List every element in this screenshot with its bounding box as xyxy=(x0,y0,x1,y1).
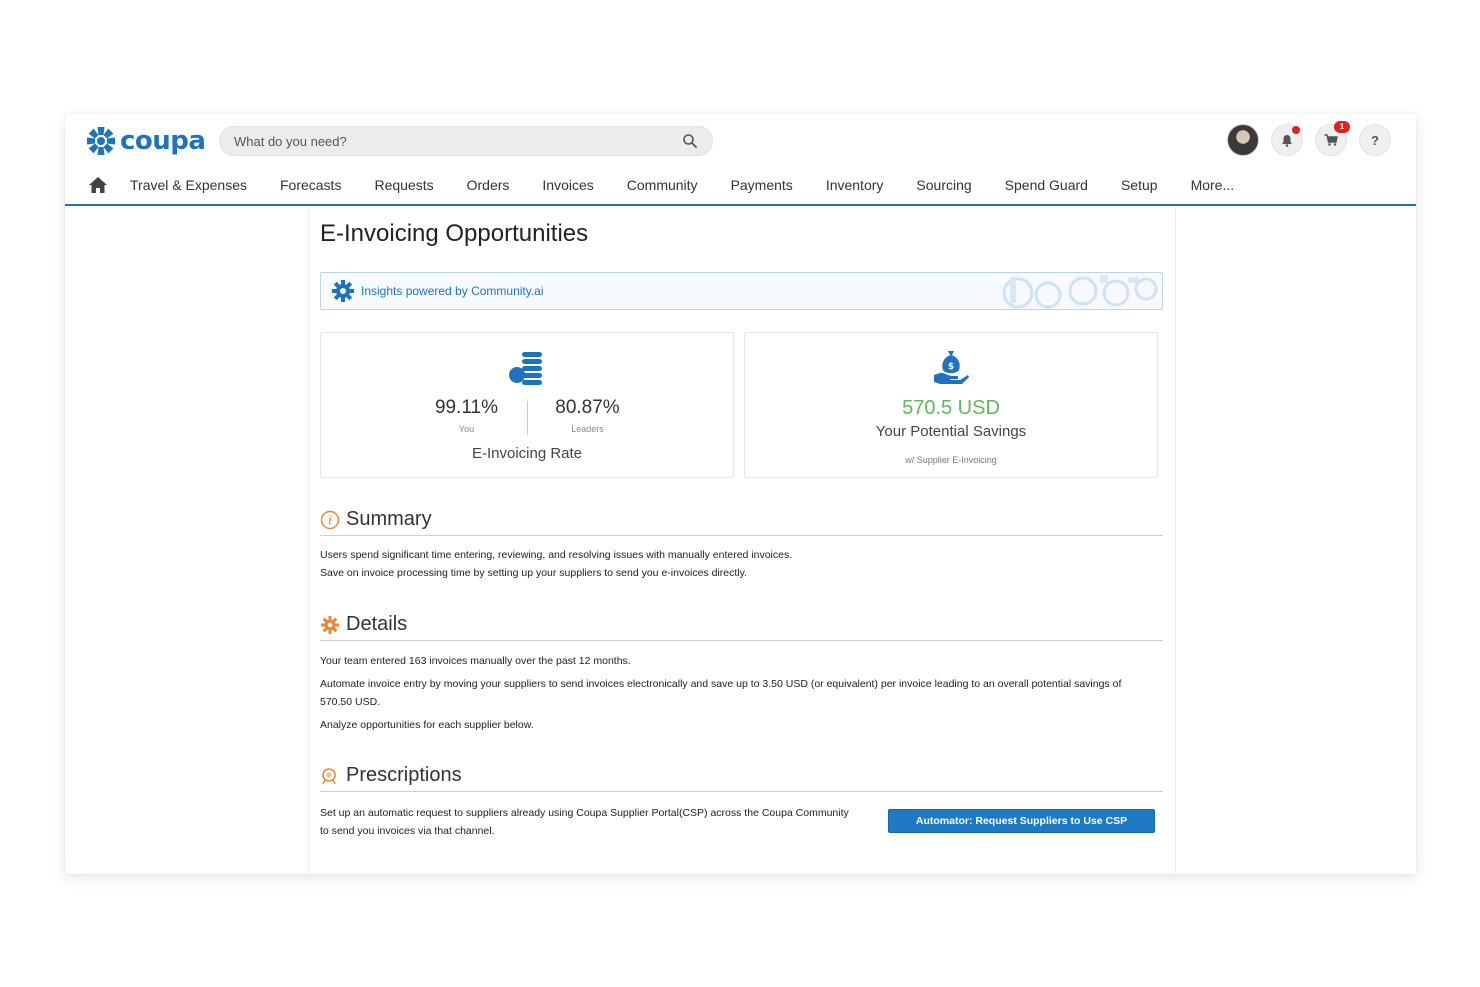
savings-subtext: w/ Supplier E-Invoicing xyxy=(905,455,997,465)
savings-value: 570.5 USD xyxy=(902,397,1000,419)
nav-more[interactable]: More... xyxy=(1191,177,1235,193)
info-icon: i xyxy=(320,510,340,529)
rate-you: 99.11% You xyxy=(407,397,527,435)
notifications-button[interactable] xyxy=(1271,124,1303,156)
rate-you-label: You xyxy=(458,424,475,434)
nav-invoices[interactable]: Invoices xyxy=(542,177,593,193)
insights-text[interactable]: Insights powered by Community.ai xyxy=(361,284,544,298)
logo-text: coupa xyxy=(120,126,206,156)
details-line: Analyze opportunities for each supplier … xyxy=(320,719,534,731)
help-button[interactable]: ? xyxy=(1359,124,1391,156)
nav-sourcing[interactable]: Sourcing xyxy=(916,177,971,193)
page-title: E-Invoicing Opportunities xyxy=(320,220,589,247)
user-avatar[interactable] xyxy=(1227,124,1259,156)
summary-line: Save on invoice processing time by setti… xyxy=(320,567,748,579)
nav-payments[interactable]: Payments xyxy=(731,177,793,193)
rate-leaders-value: 80.87% xyxy=(555,397,620,418)
details-line: Automate invoice entry by moving your su… xyxy=(320,678,1122,708)
summary-header: i Summary xyxy=(320,508,1163,536)
rate-you-value: 99.11% xyxy=(434,397,499,418)
main-content: E-Invoicing Opportunities Insights power… xyxy=(308,208,1176,874)
potential-savings-card: $ 570.5 USD Your Potential Savings w/ Su… xyxy=(744,332,1158,478)
summary-title: Summary xyxy=(346,508,432,530)
coupa-logo[interactable]: coupa xyxy=(84,124,206,158)
notification-dot xyxy=(1292,126,1300,134)
request-suppliers-csp-button[interactable]: Automator: Request Suppliers to Use CSP xyxy=(888,809,1155,833)
e-invoicing-rate-card: 99.11% You 80.87% Leaders E-Invoicing Ra… xyxy=(320,332,734,478)
header-actions: 1 ? xyxy=(1227,121,1391,156)
nav-travel-expenses[interactable]: Travel & Expenses xyxy=(130,177,247,193)
summary-text: Users spend significant time entering, r… xyxy=(320,546,1163,582)
prescriptions-text: Set up an automatic request to suppliers… xyxy=(320,807,849,837)
details-title: Details xyxy=(346,613,408,635)
insights-gear-icon xyxy=(332,280,354,302)
coupa-logo-icon xyxy=(87,127,115,155)
question-mark-icon: ? xyxy=(1371,132,1379,148)
nav-setup[interactable]: Setup xyxy=(1121,177,1158,193)
nav-orders[interactable]: Orders xyxy=(467,177,510,193)
nav-forecasts[interactable]: Forecasts xyxy=(280,177,341,193)
home-icon[interactable] xyxy=(88,176,108,194)
money-bag-hand-icon: $ xyxy=(934,351,969,384)
prescriptions-title: Prescriptions xyxy=(346,764,462,786)
rate-caption: E-Invoicing Rate xyxy=(471,445,583,462)
rate-values: 99.11% You 80.87% Leaders xyxy=(321,397,733,435)
main-nav: Travel & Expenses Forecasts Requests Ord… xyxy=(65,166,1416,206)
savings-label: Your Potential Savings xyxy=(875,423,1027,440)
cart-button[interactable]: 1 xyxy=(1315,121,1350,156)
details-gear-icon xyxy=(321,615,339,634)
app-window: coupa What do you need? 1 ? Travel & Exp… xyxy=(65,114,1416,874)
coins-stack-icon xyxy=(509,352,542,385)
top-header: coupa What do you need? 1 ? xyxy=(65,114,1416,166)
details-header: Details xyxy=(320,613,1163,641)
cart-icon xyxy=(1324,134,1338,146)
cart-badge: 1 xyxy=(1334,121,1350,133)
summary-line: Users spend significant time entering, r… xyxy=(320,549,793,561)
rate-leaders-label: Leaders xyxy=(571,424,604,434)
nav-requests[interactable]: Requests xyxy=(374,177,433,193)
svg-text:i: i xyxy=(328,513,332,527)
insights-banner: Insights powered by Community.ai xyxy=(320,272,1163,310)
search-input[interactable] xyxy=(234,133,682,149)
rate-leaders: 80.87% Leaders xyxy=(528,397,648,435)
bell-icon xyxy=(1282,134,1292,147)
prescription-icon xyxy=(322,767,336,784)
search-icon[interactable] xyxy=(682,133,698,149)
details-line: Your team entered 163 invoices manually … xyxy=(320,655,631,667)
svg-text:$: $ xyxy=(948,362,954,372)
nav-spend-guard[interactable]: Spend Guard xyxy=(1005,177,1088,193)
nav-community[interactable]: Community xyxy=(627,177,698,193)
prescriptions-header: Prescriptions xyxy=(320,764,1163,792)
global-search[interactable] xyxy=(219,126,713,156)
details-text: Your team entered 163 invoices manually … xyxy=(320,652,1163,734)
nav-inventory[interactable]: Inventory xyxy=(826,177,884,193)
insights-decoration-icon xyxy=(1002,275,1158,309)
